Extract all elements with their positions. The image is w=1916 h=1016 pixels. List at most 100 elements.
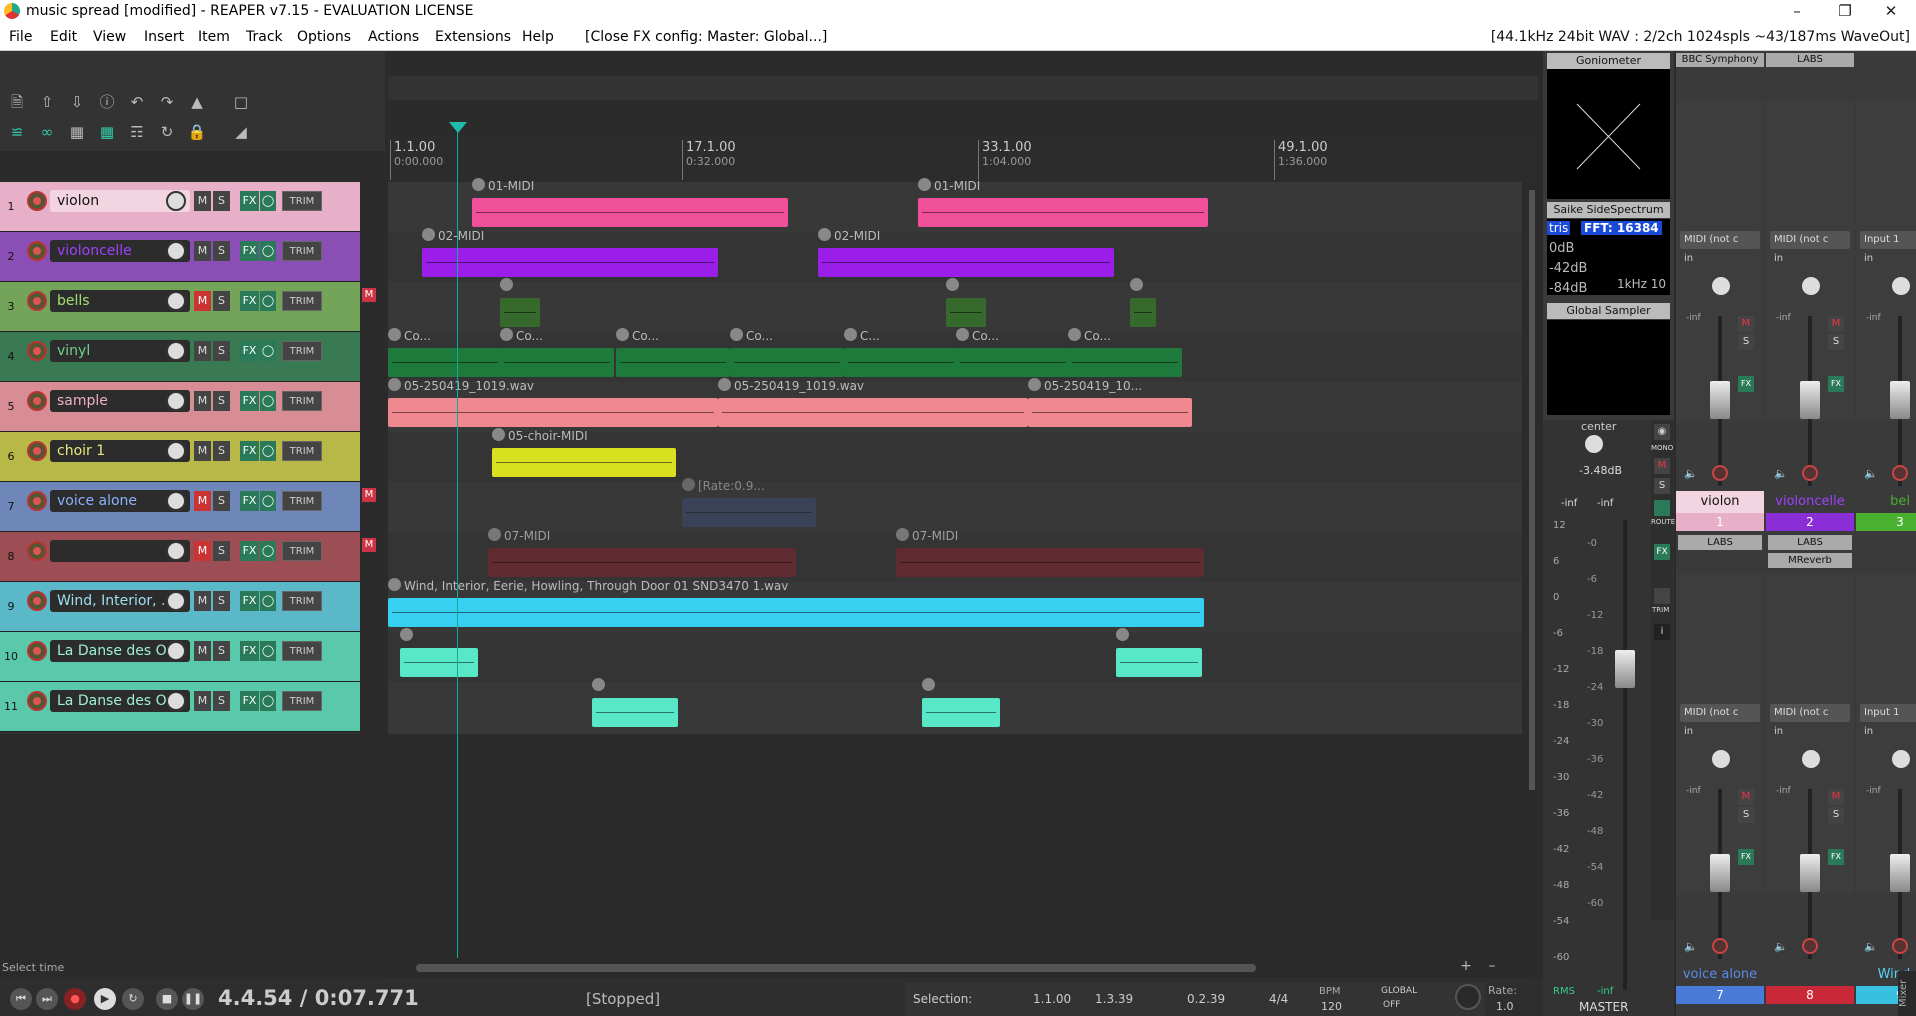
record-arm-icon[interactable] <box>27 641 47 661</box>
mixer-header-fx[interactable]: LABS <box>1766 53 1854 67</box>
loop-icon[interactable]: ↻ <box>156 121 178 143</box>
lock-icon[interactable]: 🔒 <box>186 121 208 143</box>
media-item[interactable] <box>946 278 986 327</box>
item-menu-icon[interactable] <box>844 328 857 341</box>
mute-button[interactable]: M <box>194 441 211 461</box>
strip-record-arm-icon[interactable] <box>1892 938 1908 954</box>
trim-button[interactable]: TRIM <box>282 341 322 361</box>
track-row[interactable]: 11 La Danse des Oml M S FX ◯ TRIM <box>0 682 360 732</box>
input-select[interactable]: MIDI (not c <box>1770 231 1850 249</box>
playrate-knob[interactable] <box>1455 984 1481 1010</box>
trim-button[interactable]: TRIM <box>282 491 322 511</box>
record-arm-icon[interactable] <box>27 291 47 311</box>
loop-toggle-icon[interactable]: ↻ <box>122 988 144 1010</box>
strip-record-arm-icon[interactable] <box>1712 938 1728 954</box>
pan-knob[interactable] <box>1712 750 1730 768</box>
track-row[interactable]: 4 vinyl M S FX ◯ TRIM <box>0 332 360 382</box>
solo-button[interactable]: S <box>213 391 230 411</box>
volume-knob[interactable] <box>166 691 186 711</box>
menu-file[interactable]: File <box>9 29 32 45</box>
pan-knob[interactable] <box>1892 750 1910 768</box>
solo-button[interactable]: S <box>213 241 230 261</box>
trim-button[interactable]: TRIM <box>282 691 322 711</box>
menu-options[interactable]: Options <box>297 29 351 45</box>
strip-fx-button[interactable]: FX <box>1828 376 1844 392</box>
menu-action-close-fx[interactable]: [Close FX config: Master: Global...] <box>585 29 827 45</box>
master-solo-button[interactable]: S <box>1654 478 1670 494</box>
input-select[interactable]: MIDI (not c <box>1680 231 1760 249</box>
strip-mute-button[interactable]: M <box>1738 316 1754 332</box>
item-menu-icon[interactable] <box>492 428 505 441</box>
undo-icon[interactable]: ↶ <box>126 91 148 113</box>
menu-track[interactable]: Track <box>246 29 283 45</box>
track-row[interactable]: 9 Wind, Interior, ..1 M S FX ◯ TRIM <box>0 582 360 632</box>
media-item[interactable]: Co... <box>388 328 502 377</box>
trim-button[interactable]: TRIM <box>282 541 322 561</box>
solo-button[interactable]: S <box>213 291 230 311</box>
media-item[interactable]: Co... <box>616 328 730 377</box>
item-menu-icon[interactable] <box>918 178 931 191</box>
item-menu-icon[interactable] <box>1068 328 1081 341</box>
edit-cursor-head[interactable] <box>449 122 467 133</box>
horizontal-scrollbar[interactable]: + – <box>388 958 1522 978</box>
strip-fx-slot[interactable]: LABS <box>1768 535 1852 550</box>
strip-fx-slot[interactable]: LABS <box>1678 535 1762 550</box>
volume-knob[interactable] <box>166 241 186 261</box>
record-arm-icon[interactable] <box>27 491 47 511</box>
menu-item[interactable]: Item <box>198 29 230 45</box>
transport-position[interactable]: 4.4.54 / 0:07.771 <box>218 986 419 1010</box>
open-project-icon[interactable]: ⇧ <box>36 91 58 113</box>
media-item[interactable]: 07-MIDI <box>896 528 1204 577</box>
fx-bypass-icon[interactable]: ◯ <box>260 591 276 611</box>
volume-knob[interactable] <box>166 591 186 611</box>
mixer-header-fx[interactable]: BBC Symphony Or <box>1676 53 1764 67</box>
item-menu-icon[interactable] <box>500 328 513 341</box>
media-item[interactable] <box>1116 628 1202 677</box>
spectrum-header[interactable]: Saike SideSpectrum Mete <box>1547 202 1670 232</box>
trim-button[interactable]: TRIM <box>282 291 322 311</box>
maximize-icon[interactable]: ❐ <box>1822 0 1868 23</box>
item-menu-icon[interactable] <box>682 478 695 491</box>
item-menu-icon[interactable] <box>616 328 629 341</box>
project-settings-icon[interactable]: ⓘ <box>96 91 118 113</box>
media-item[interactable] <box>400 628 478 677</box>
strip-mute-button[interactable]: M <box>1828 789 1844 805</box>
strip-name[interactable]: voice alone <box>1676 964 1764 986</box>
media-item[interactable]: C... <box>844 328 958 377</box>
menu-actions[interactable]: Actions <box>368 29 419 45</box>
item-menu-icon[interactable] <box>488 528 501 541</box>
timeline-ruler[interactable]: 1.1.00 0:00.000 17.1.00 0:32.000 33.1.00 1:… <box>388 134 1536 182</box>
record-arm-icon[interactable] <box>27 241 47 261</box>
track-row[interactable]: 5 sample M S FX ◯ TRIM <box>0 382 360 432</box>
solo-button[interactable]: S <box>213 441 230 461</box>
fx-bypass-icon[interactable]: ◯ <box>260 291 276 311</box>
mute-button[interactable]: M <box>194 341 211 361</box>
strip-solo-button[interactable]: S <box>1738 334 1754 350</box>
media-item[interactable]: 07-MIDI <box>488 528 796 577</box>
metronome-icon[interactable]: ▲ <box>186 91 208 113</box>
go-to-end-icon[interactable]: ⏭ <box>36 988 58 1010</box>
trim-button[interactable]: TRIM <box>282 441 322 461</box>
zoom-in-icon[interactable]: + <box>1456 958 1476 978</box>
pan-knob[interactable] <box>1712 277 1730 295</box>
menu-view[interactable]: View <box>93 29 126 45</box>
strip-fx-button[interactable]: FX <box>1828 849 1844 865</box>
record-arm-icon[interactable] <box>27 341 47 361</box>
speaker-icon[interactable]: 🔈 <box>1774 940 1788 954</box>
media-item[interactable]: 05-250419_1019.wav <box>718 378 1028 427</box>
fx-bypass-icon[interactable]: ◯ <box>260 341 276 361</box>
volume-knob[interactable] <box>166 541 186 561</box>
record-arm-icon[interactable] <box>27 391 47 411</box>
record-icon[interactable]: ● <box>64 988 86 1010</box>
strip-solo-button[interactable]: S <box>1828 334 1844 350</box>
media-item[interactable]: 05-250419_1019.wav <box>388 378 718 427</box>
arrange-view[interactable]: 01-MIDI 01-MIDI 02-MIDI 02-MIDI Co... Co... Co… <box>388 178 1522 734</box>
solo-button[interactable]: S <box>213 591 230 611</box>
speaker-icon[interactable]: 🔈 <box>1774 467 1788 481</box>
trim-button[interactable]: TRIM <box>282 241 322 261</box>
fx-bypass-icon[interactable]: ◯ <box>260 241 276 261</box>
media-item[interactable]: Co... <box>730 328 844 377</box>
track-lane[interactable] <box>388 482 1522 532</box>
strip-name[interactable] <box>1766 964 1854 986</box>
rate-value[interactable]: 1.0 <box>1496 1000 1514 1013</box>
